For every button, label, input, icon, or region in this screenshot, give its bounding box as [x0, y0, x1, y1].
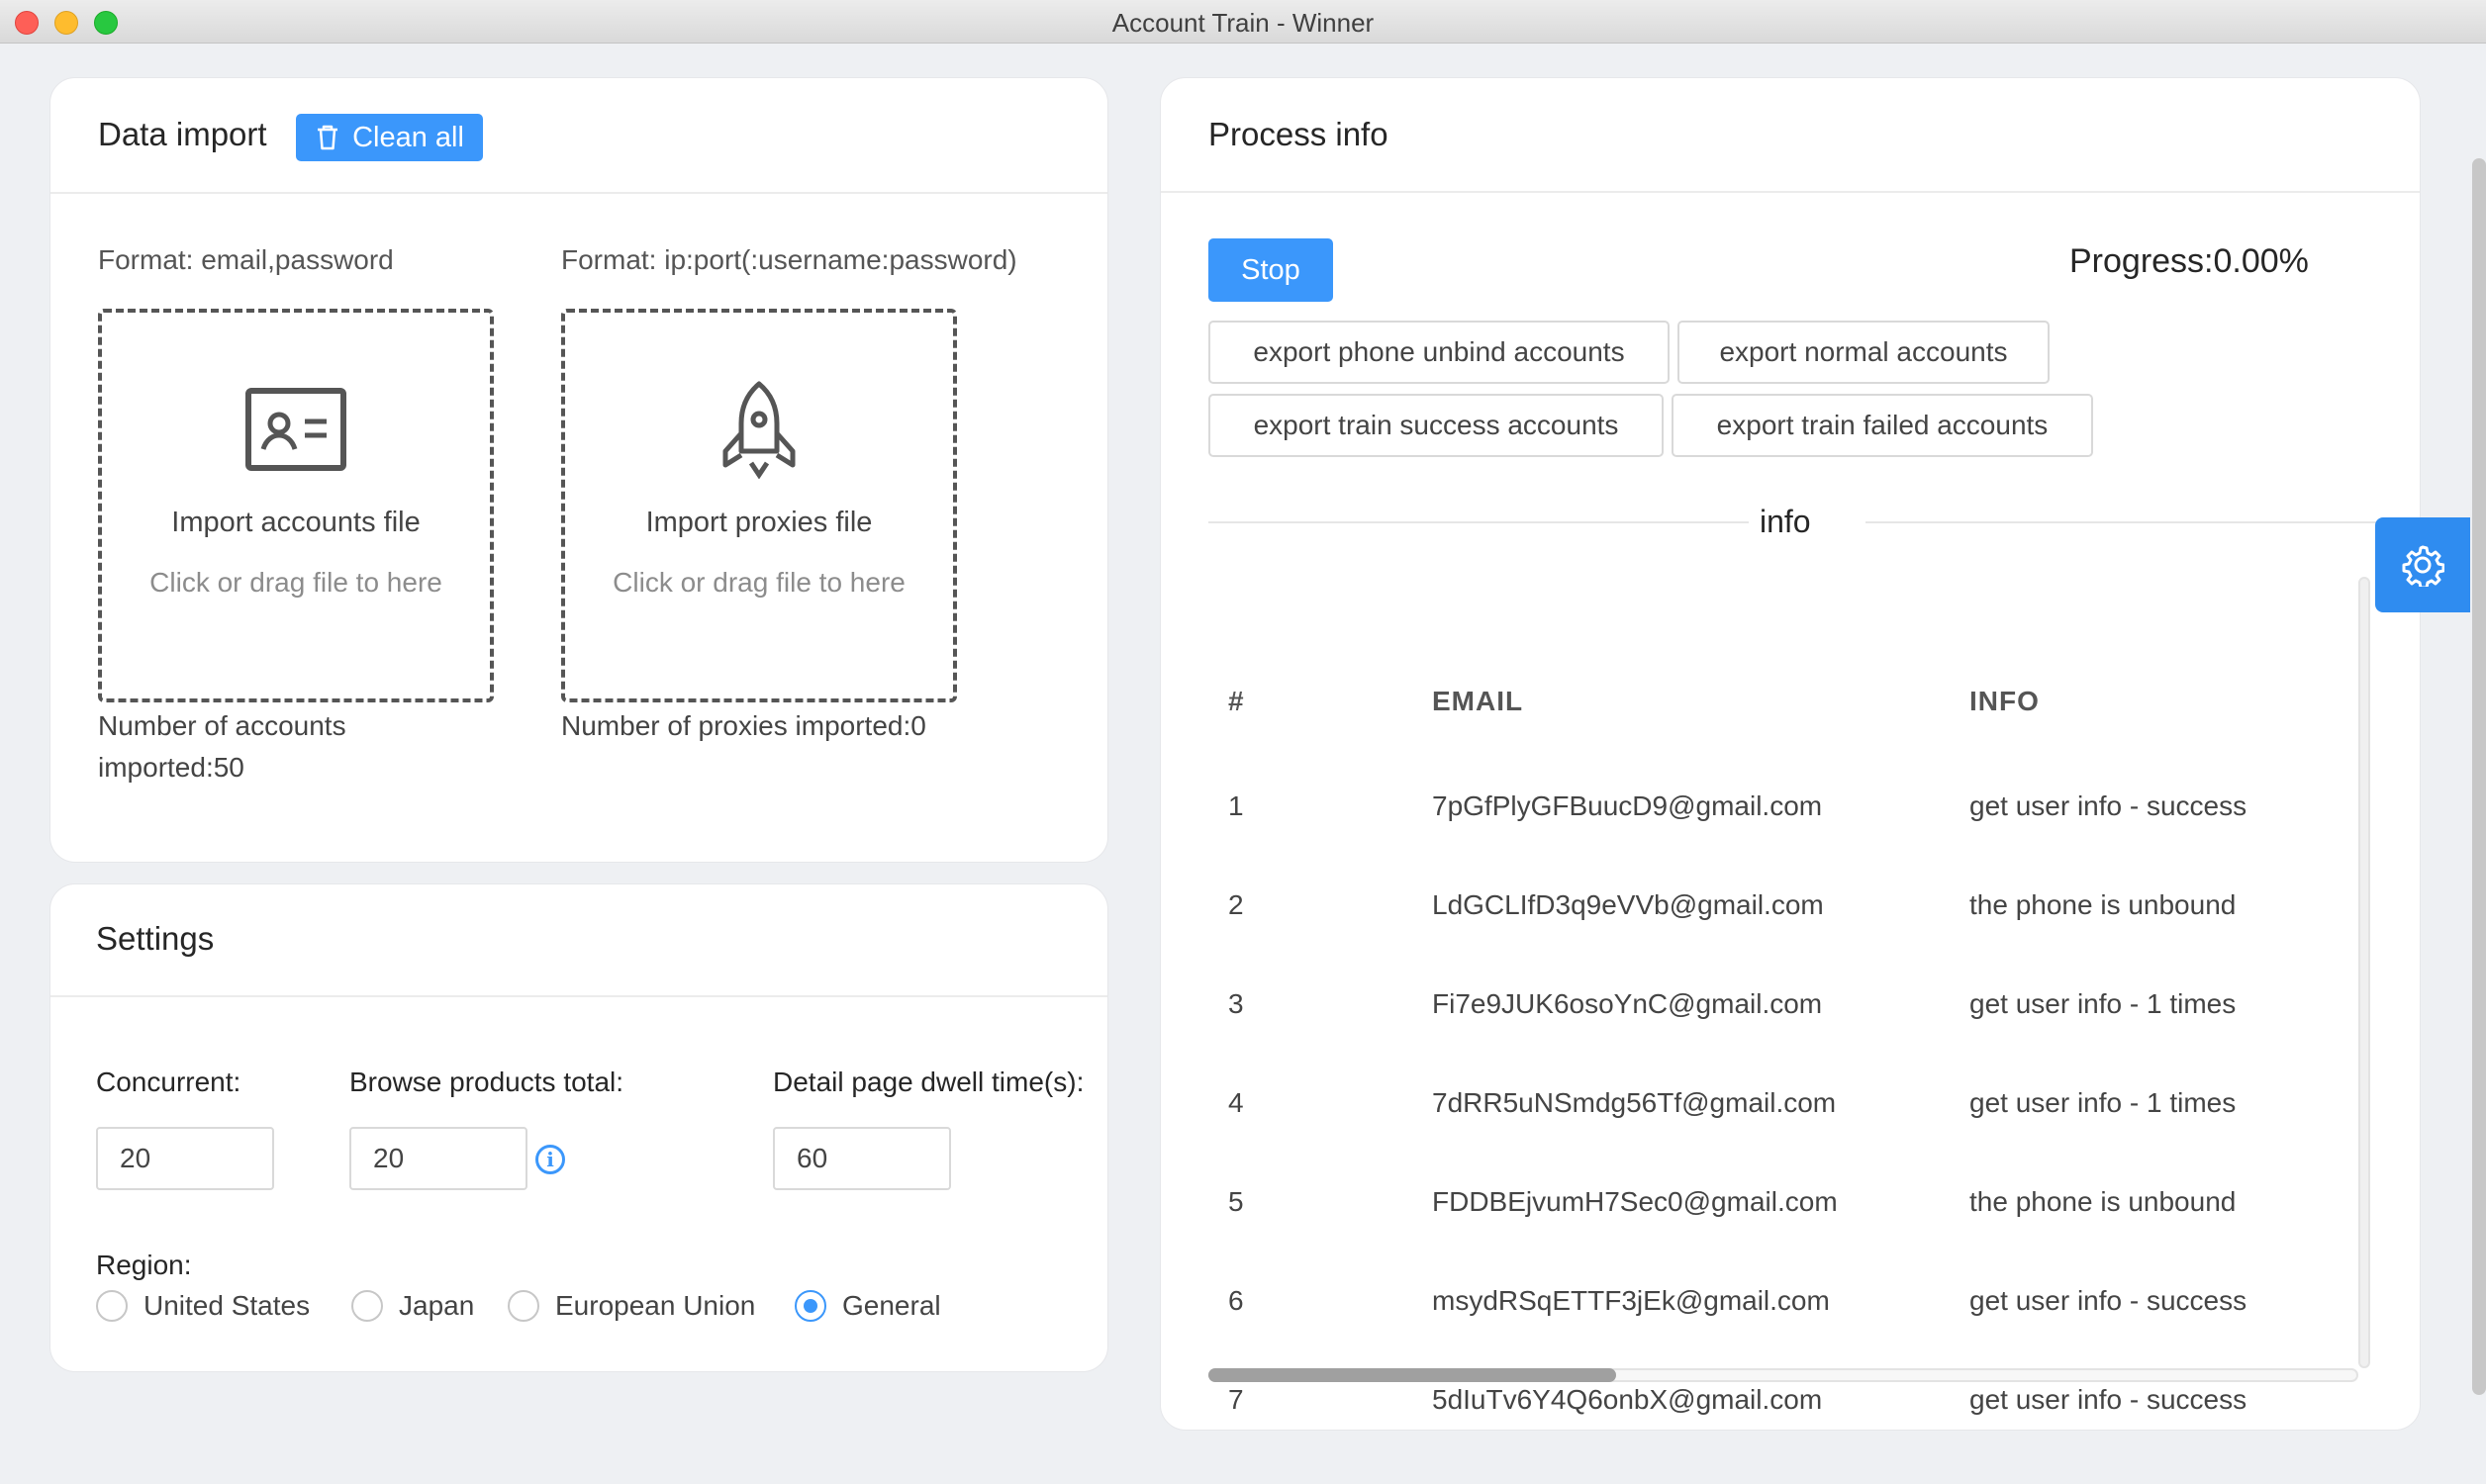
- radio-label: European Union: [555, 1290, 756, 1321]
- accounts-count-line1: Number of accounts: [98, 710, 346, 741]
- accounts-imported-count: Number of accounts imported:50: [98, 705, 415, 788]
- export-train-failed-button[interactable]: export train failed accounts: [1672, 394, 2093, 457]
- table-header-index: #: [1228, 686, 1245, 716]
- row-email: msydRSqETTF3jEk@gmail.com: [1432, 1285, 1830, 1316]
- stop-button[interactable]: Stop: [1208, 238, 1333, 302]
- region-radio-japan[interactable]: Japan: [351, 1290, 474, 1322]
- row-index: 5: [1228, 1186, 1244, 1217]
- info-table: # EMAIL INFO 1 7pGfPlyGFBuucD9@gmail.com…: [1208, 593, 2356, 1415]
- row-index: 4: [1228, 1087, 1244, 1118]
- info-circle-icon[interactable]: i: [535, 1145, 565, 1174]
- gear-icon: [2402, 545, 2444, 587]
- row-email: FDDBEjvumH7Sec0@gmail.com: [1432, 1186, 1838, 1217]
- process-info-panel: Process info Stop Progress:0.00% export …: [1160, 77, 2421, 1431]
- radio-circle: [508, 1290, 539, 1322]
- row-email: 7pGfPlyGFBuucD9@gmail.com: [1432, 790, 1823, 821]
- radio-label: Japan: [399, 1290, 475, 1321]
- settings-panel: Settings Concurrent: 20 Browse products …: [49, 883, 1108, 1372]
- concurrent-input[interactable]: 20: [96, 1127, 274, 1190]
- export-phone-unbind-button[interactable]: export phone unbind accounts: [1208, 321, 1670, 384]
- region-radio-united-states[interactable]: United States: [96, 1290, 310, 1322]
- row-info: get user info - success: [1969, 1384, 2247, 1415]
- info-divider-label: info: [1760, 504, 1811, 539]
- accounts-count-line2: imported:50: [98, 752, 244, 783]
- row-email: LdGCLIfD3q9eVVb@gmail.com: [1432, 889, 1824, 920]
- browse-total-label: Browse products total:: [349, 1067, 624, 1097]
- dwell-time-input[interactable]: 60: [773, 1127, 951, 1190]
- proxies-dropzone-title: Import proxies file: [645, 507, 873, 538]
- row-info: get user info - success: [1969, 1285, 2247, 1316]
- row-info: get user info - success: [1969, 790, 2247, 821]
- row-info: the phone is unbound: [1969, 1186, 2237, 1217]
- table-vertical-scrollbar[interactable]: [2358, 577, 2370, 1368]
- proxies-imported-count: Number of proxies imported:0: [561, 710, 926, 741]
- accounts-dropzone-hint: Click or drag file to here: [149, 567, 442, 598]
- export-train-success-button[interactable]: export train success accounts: [1208, 394, 1664, 457]
- settings-title: Settings: [96, 920, 215, 957]
- proxies-dropzone-hint: Click or drag file to here: [613, 567, 906, 598]
- proxies-format-text: Format: ip:port(:username:password): [561, 244, 1017, 275]
- data-import-title: Data import: [98, 116, 267, 152]
- settings-header: Settings: [50, 884, 1107, 997]
- row-index: 3: [1228, 988, 1244, 1019]
- window-vertical-scrollbar[interactable]: [2472, 158, 2486, 1395]
- data-import-panel: Data import Clean all Format: email,pass…: [49, 77, 1108, 863]
- info-divider-right: [1865, 521, 2386, 523]
- accounts-dropzone[interactable]: Import accounts file Click or drag file …: [98, 309, 494, 702]
- accounts-format-text: Format: email,password: [98, 244, 394, 275]
- row-info: the phone is unbound: [1969, 889, 2237, 920]
- radio-circle: [351, 1290, 383, 1322]
- row-email: 5dIuTv6Y4Q6onbX@gmail.com: [1432, 1384, 1823, 1415]
- clean-all-label: Clean all: [352, 121, 464, 153]
- trash-icon: [318, 125, 338, 150]
- row-info: get user info - 1 times: [1969, 1087, 2237, 1118]
- export-normal-button[interactable]: export normal accounts: [1677, 321, 2050, 384]
- row-index: 1: [1228, 790, 1244, 821]
- process-info-title: Process info: [1208, 116, 1388, 152]
- rocket-icon: [722, 381, 796, 479]
- region-label: Region:: [96, 1250, 192, 1280]
- accounts-dropzone-title: Import accounts file: [171, 507, 421, 538]
- row-email: 7dRR5uNSmdg56Tf@gmail.com: [1432, 1087, 1837, 1118]
- region-radio-general[interactable]: General: [795, 1290, 941, 1322]
- process-info-header: Process info: [1161, 78, 2420, 193]
- window-title: Account Train - Winner: [1111, 8, 1375, 38]
- table-horizontal-scroll-thumb[interactable]: [1208, 1368, 1616, 1382]
- progress-text: Progress:0.00%: [2069, 242, 2309, 280]
- radio-label: United States: [143, 1290, 311, 1321]
- region-radio-european-union[interactable]: European Union: [508, 1290, 755, 1322]
- row-index: 6: [1228, 1285, 1244, 1316]
- dwell-time-label: Detail page dwell time(s):: [773, 1067, 1085, 1097]
- data-import-header: Data import Clean all: [50, 78, 1107, 194]
- info-divider-left: [1208, 521, 1749, 523]
- row-index: 2: [1228, 889, 1244, 920]
- window-titlebar: Account Train - Winner: [0, 0, 2486, 44]
- concurrent-label: Concurrent:: [96, 1067, 241, 1097]
- row-email: Fi7e9JUK6osoYnC@gmail.com: [1432, 988, 1823, 1019]
- radio-circle-checked: [795, 1290, 826, 1322]
- table-header-email: EMAIL: [1432, 686, 1524, 716]
- radio-circle: [96, 1290, 128, 1322]
- clean-all-button[interactable]: Clean all: [296, 114, 483, 161]
- table-header-info: INFO: [1969, 686, 2040, 716]
- id-card-icon: [245, 388, 346, 471]
- row-info: get user info - 1 times: [1969, 988, 2237, 1019]
- settings-gear-button[interactable]: [2375, 517, 2470, 612]
- browse-total-input[interactable]: 20: [349, 1127, 527, 1190]
- radio-label: General: [842, 1290, 941, 1321]
- row-index: 7: [1228, 1384, 1244, 1415]
- proxies-dropzone[interactable]: Import proxies file Click or drag file t…: [561, 309, 957, 702]
